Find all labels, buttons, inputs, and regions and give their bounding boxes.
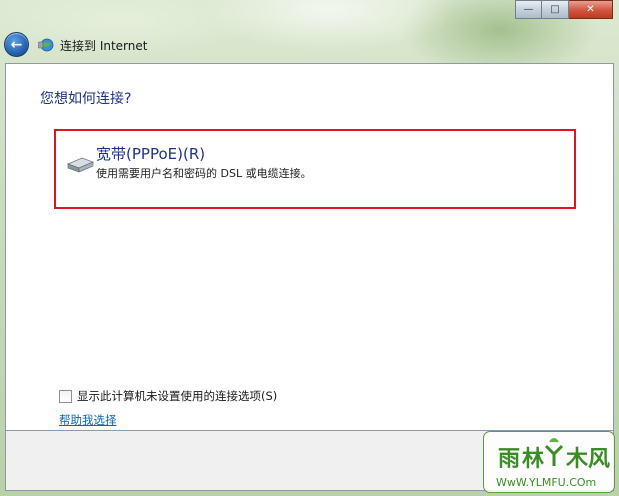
- navigation-bar: ← 连接到 Internet: [0, 30, 619, 60]
- window-title: 连接到 Internet: [60, 39, 148, 53]
- show-unconfigured-options-checkbox[interactable]: [59, 389, 72, 403]
- help-me-choose-link[interactable]: 帮助我选择: [59, 412, 117, 428]
- watermark-graphic-icon: 雨 林 木 风 WwW.YLMFU.COm: [496, 438, 610, 489]
- page-heading: 您想如何连接?: [40, 91, 132, 107]
- main-content: 您想如何连接? 宽带(PPPoE)(R) 使用需要用户名和密码的 DSL 或电缆…: [5, 63, 614, 431]
- svg-text:WwW.YLMFU.COm: WwW.YLMFU.COm: [496, 476, 596, 489]
- network-globe-icon: [38, 38, 54, 52]
- close-button[interactable]: ✕: [569, 0, 613, 19]
- window-controls: — □ ✕: [515, 0, 613, 19]
- modem-icon: [66, 157, 94, 173]
- option-title: 宽带(PPPoE)(R): [96, 145, 206, 163]
- svg-text:雨: 雨: [498, 447, 520, 472]
- minimize-button[interactable]: —: [515, 0, 542, 19]
- option-broadband-pppoe[interactable]: 宽带(PPPoE)(R) 使用需要用户名和密码的 DSL 或电缆连接。: [54, 129, 576, 209]
- svg-text:林: 林: [522, 447, 544, 472]
- svg-text:木: 木: [565, 447, 589, 472]
- svg-text:风: 风: [588, 447, 610, 472]
- show-unconfigured-options-row: 显示此计算机未设置使用的连接选项(S): [59, 388, 277, 404]
- option-description: 使用需要用户名和密码的 DSL 或电缆连接。: [96, 167, 312, 180]
- maximize-button[interactable]: □: [542, 0, 569, 19]
- back-arrow-icon[interactable]: ←: [4, 32, 29, 57]
- watermark-logo: 雨 林 木 风 WwW.YLMFU.COm: [483, 431, 615, 493]
- checkbox-label[interactable]: 显示此计算机未设置使用的连接选项(S): [77, 388, 277, 404]
